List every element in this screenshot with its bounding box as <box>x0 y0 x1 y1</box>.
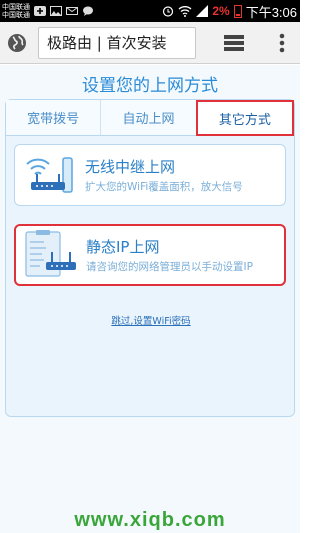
signal-icon <box>196 5 209 17</box>
plus-icon <box>34 6 46 16</box>
page-title: 设置您的上网方式 <box>82 76 218 96</box>
router-static-ip-icon <box>25 230 76 277</box>
watermark: www.xiqb.com <box>74 509 226 531</box>
image-icon <box>50 6 62 16</box>
option-description: 请咨询您的网络管理员以手动设置IP <box>86 261 253 273</box>
battery-icon <box>233 4 242 18</box>
url-text: 极路由 | 首次安装 <box>47 34 167 52</box>
connection-tabs: 宽带拨号 自动上网 其它方式 <box>6 100 294 136</box>
option-title: 静态IP上网 <box>86 238 160 256</box>
setup-card: 宽带拨号 自动上网 其它方式 无线中继上网 扩大您的WiFi覆盖面积，放大信号 <box>5 99 295 417</box>
clock: 下午3:06 <box>245 4 297 20</box>
option-title: 无线中继上网 <box>85 158 176 176</box>
tab-broadband-dialup[interactable]: 宽带拨号 <box>6 100 101 136</box>
status-bar: 中国联通 中国联通 2% 下午3:06 <box>0 0 300 22</box>
tabs-icon <box>224 34 244 51</box>
url-bar[interactable]: 极路由 | 首次安装 <box>38 26 196 59</box>
more-button[interactable] <box>264 22 300 64</box>
carrier-1: 中国联通 <box>2 3 30 11</box>
more-icon <box>279 33 285 52</box>
tab-auto-connect[interactable]: 自动上网 <box>100 100 196 136</box>
tab-other-methods[interactable]: 其它方式 <box>195 100 294 136</box>
skip-set-wifi-password-link[interactable]: 跳过,设置WiFi密码 <box>6 313 296 327</box>
carrier-2: 中国联通 <box>2 11 30 19</box>
carrier-labels: 中国联通 中国联通 <box>2 3 30 19</box>
tabs-button[interactable] <box>214 22 254 64</box>
alarm-icon <box>163 6 174 17</box>
mail-icon <box>66 7 78 15</box>
router-repeater-icon <box>26 157 73 193</box>
wifi-icon <box>178 6 192 17</box>
globe-icon <box>8 33 26 52</box>
option-static-ip[interactable]: 静态IP上网 请咨询您的网络管理员以手动设置IP <box>14 224 286 286</box>
browser-toolbar: 极路由 | 首次安装 <box>0 22 300 64</box>
page-content: 设置您的上网方式 宽带拨号 自动上网 其它方式 无线中继上网 扩大您的WiFi覆… <box>0 65 300 533</box>
option-description: 扩大您的WiFi覆盖面积，放大信号 <box>85 181 243 193</box>
chat-icon <box>83 6 93 16</box>
battery-percent: 2% <box>212 4 230 18</box>
option-wireless-repeater[interactable]: 无线中继上网 扩大您的WiFi覆盖面积，放大信号 <box>14 144 286 206</box>
globe-button[interactable] <box>0 22 34 64</box>
